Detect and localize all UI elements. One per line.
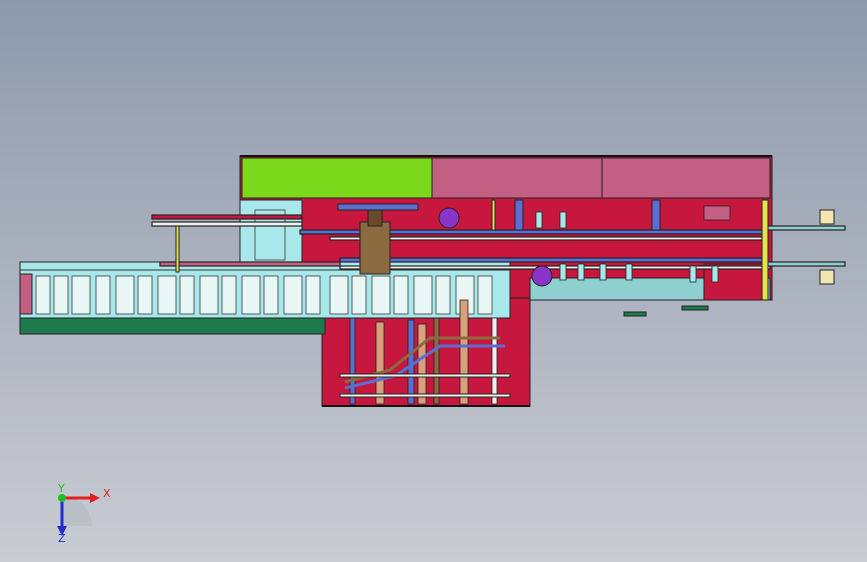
- conveyor-end-cap: [19, 273, 33, 315]
- conveyor-base: [19, 317, 326, 335]
- top-panel-pink-2: [601, 157, 771, 199]
- y-axis-label: Y: [57, 482, 65, 495]
- central-block: [359, 221, 391, 275]
- blue-cylinder-1: [514, 199, 524, 231]
- yellow-bar-mid: [491, 199, 496, 231]
- cad-viewport[interactable]: X Y Z: [0, 0, 867, 562]
- z-axis-label: Z: [58, 532, 66, 545]
- purple-wheel-upper: [438, 207, 460, 229]
- top-panel-pink-1: [431, 157, 603, 199]
- blue-cylinder-2: [651, 199, 661, 231]
- yellow-bar-right: [761, 199, 769, 301]
- top-panel-green: [241, 157, 433, 199]
- central-crossbar: [337, 203, 419, 211]
- model-canvas[interactable]: X Y Z: [0, 0, 867, 562]
- bracket-top: [819, 209, 835, 225]
- yellow-bar-left: [175, 225, 180, 273]
- x-axis-label: X: [103, 487, 111, 500]
- y-axis-dot-icon: [58, 494, 66, 502]
- bracket-bottom: [819, 269, 835, 285]
- conveyor-slots: [35, 275, 493, 315]
- purple-wheel-lower: [531, 265, 553, 287]
